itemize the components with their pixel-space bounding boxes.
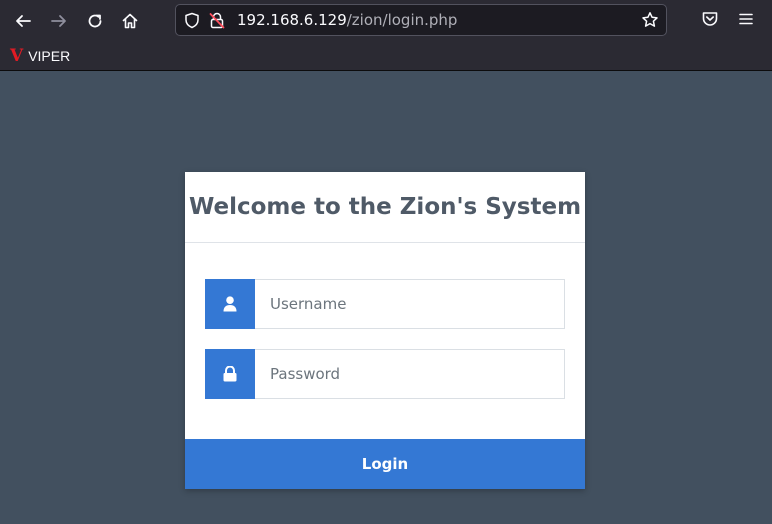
- forward-button[interactable]: [44, 6, 74, 36]
- browser-toolbar: 192.168.6.129/zion/login.php: [0, 0, 772, 41]
- star-icon[interactable]: [641, 11, 659, 29]
- username-field-group: [205, 279, 565, 329]
- back-arrow-icon: [16, 15, 31, 27]
- username-icon-box: [205, 279, 255, 329]
- bookmark-label: VIPER: [28, 48, 71, 64]
- login-button[interactable]: Login: [185, 439, 585, 489]
- forward-arrow-icon: [51, 15, 66, 27]
- insecure-lock-icon[interactable]: [209, 12, 225, 29]
- login-card: Welcome to the Zion's System Login: [185, 172, 585, 489]
- page-title: Welcome to the Zion's System: [188, 194, 582, 220]
- url-host: 192.168.6.129: [237, 11, 347, 29]
- url-path: /zion/login.php: [346, 11, 458, 29]
- pocket-icon[interactable]: [700, 9, 720, 29]
- home-button[interactable]: [115, 6, 145, 36]
- bookmarks-toolbar: [0, 41, 772, 71]
- lock-icon: [223, 366, 237, 382]
- password-icon-box: [205, 349, 255, 399]
- user-icon: [223, 296, 237, 312]
- url-text[interactable]: 192.168.6.129/zion/login.php: [237, 11, 457, 29]
- bookmark-viper[interactable]: V VIPER: [10, 46, 70, 66]
- address-bar[interactable]: 192.168.6.129/zion/login.php: [175, 4, 667, 36]
- divider: [185, 242, 585, 243]
- hamburger-menu-icon[interactable]: [736, 9, 756, 29]
- shield-icon[interactable]: [184, 12, 200, 29]
- home-icon: [122, 13, 138, 29]
- reload-icon: [88, 14, 102, 28]
- password-input[interactable]: [255, 349, 565, 399]
- reload-button[interactable]: [80, 6, 110, 36]
- viper-logo-icon: V: [10, 46, 24, 66]
- username-input[interactable]: [255, 279, 565, 329]
- back-button[interactable]: [8, 6, 38, 36]
- password-field-group: [205, 349, 565, 399]
